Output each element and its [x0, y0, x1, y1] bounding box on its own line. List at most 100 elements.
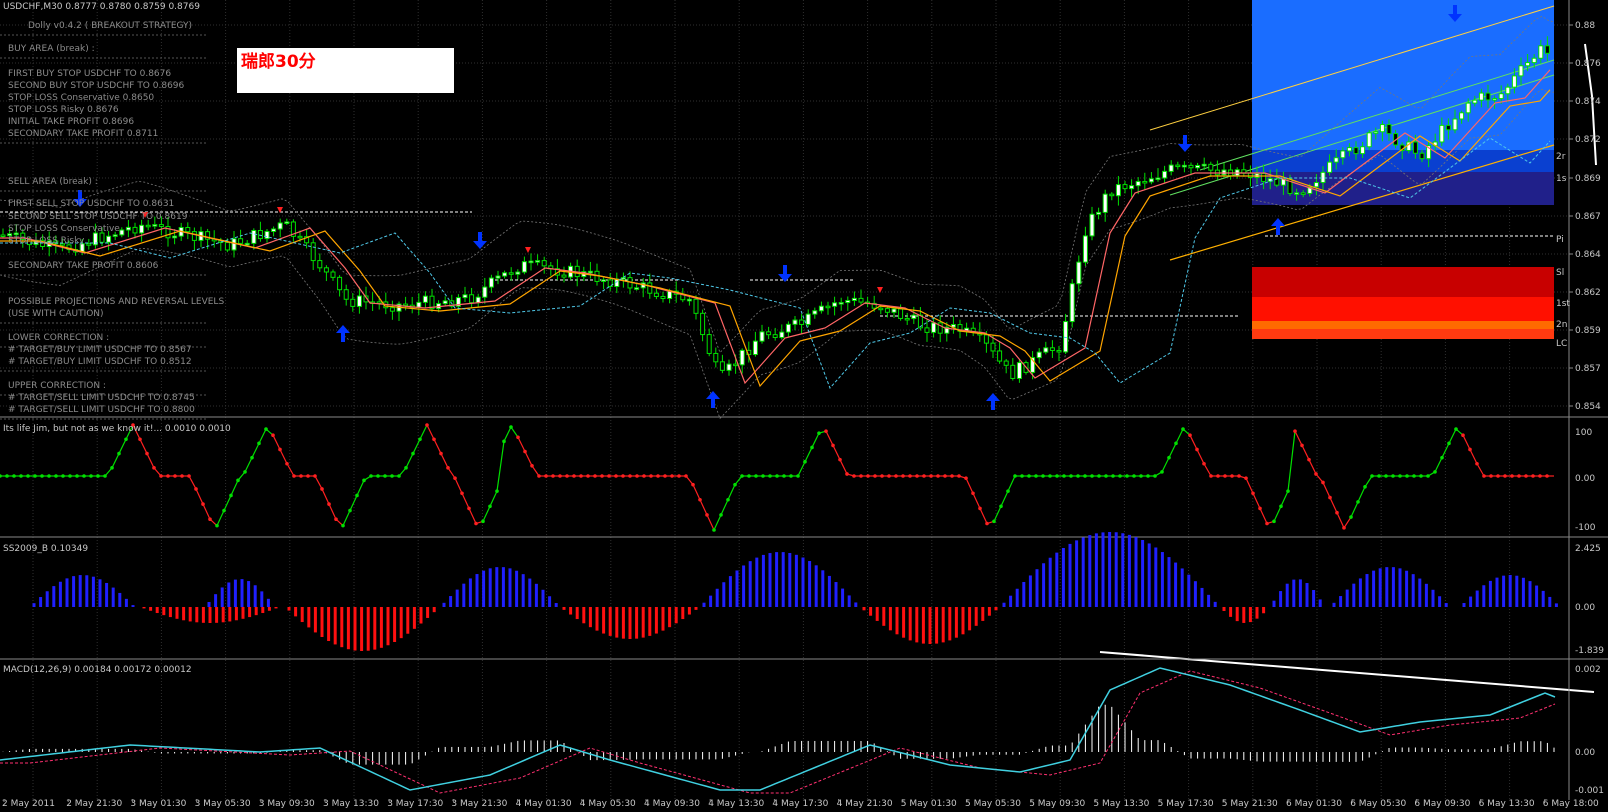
iddd-dot [1006, 489, 1010, 493]
iddd-dot [117, 451, 121, 456]
candle-body [323, 267, 329, 273]
iddd-dot [1083, 474, 1087, 478]
iddd-dot [607, 474, 611, 478]
ss-label: SS2009_B 0.10349 [3, 544, 88, 554]
candle-body [1465, 102, 1471, 114]
chart-svg[interactable]: Dolly v0.4.2 ( BREAKOUT STRATEGY) BUY ARE… [0, 0, 1608, 809]
iddd-dot [544, 474, 548, 478]
iddd-dot [271, 433, 275, 438]
iddd-dot [901, 474, 905, 478]
iddd-dot [1286, 489, 1290, 493]
iddd-dot [1111, 474, 1115, 478]
iddd-dot [474, 521, 478, 526]
zone-label: Sl [1556, 268, 1564, 278]
time-label: 2 May 2011 [2, 799, 55, 808]
iddd-dot [1258, 506, 1262, 511]
candle-body [475, 296, 481, 304]
iddd-dot [1097, 474, 1101, 478]
iddd-tick-label: 100 [1575, 428, 1592, 438]
candle-body [832, 302, 838, 307]
candle-body [488, 277, 494, 288]
candle-body [1320, 171, 1326, 184]
iddd-dot [943, 474, 947, 478]
candle-body [172, 235, 178, 239]
price-tick-label: 0.854 [1575, 402, 1601, 412]
time-label: 6 May 13:30 [1479, 799, 1535, 808]
iddd-dot [502, 439, 506, 444]
iddd-dot [1363, 485, 1367, 489]
candle-body [1142, 180, 1148, 184]
candle-body [878, 307, 884, 311]
candle-body [1201, 163, 1207, 167]
candle-body [1485, 92, 1491, 101]
candle-body [1102, 193, 1108, 213]
iddd-dot [642, 474, 646, 478]
iddd-dot [292, 474, 296, 478]
iddd-dot [1027, 474, 1031, 478]
iddd-dot [264, 427, 268, 431]
iddd-dot [621, 474, 625, 478]
iddd-dot [1377, 474, 1381, 478]
iddd-dot [1244, 476, 1248, 480]
iddd-dot [1237, 474, 1241, 478]
candle-body [904, 317, 910, 321]
iddd-dot [768, 474, 772, 478]
candle-body [403, 303, 409, 307]
candle-body [119, 229, 125, 236]
iddd-dot [1440, 455, 1444, 460]
iddd-dot [1426, 474, 1430, 478]
candle-body [1208, 163, 1214, 171]
iddd-dot [1524, 474, 1528, 478]
iddd-dot [75, 474, 79, 478]
iddd-dot [1349, 515, 1353, 519]
candle-body [1155, 177, 1161, 181]
iddd-dot [1398, 474, 1402, 478]
iddd-dot [467, 506, 471, 511]
iddd-dot [1503, 474, 1507, 478]
iddd-dot [740, 474, 744, 478]
iddd-dot [523, 449, 527, 454]
iddd-dot [691, 482, 695, 487]
overlay-line: Dolly v0.4.2 ( BREAKOUT STRATEGY) [28, 21, 192, 31]
time-axis: 2 May 2011 2 May 21:30 3 May 01:30 3 May 05… [2, 799, 1599, 809]
iddd-dot [705, 513, 709, 517]
time-label: 4 May 21:30 [837, 799, 893, 808]
iddd-dot [824, 429, 828, 433]
iddd-dot [1454, 427, 1458, 431]
candle-body [931, 322, 937, 333]
time-label: 6 May 09:30 [1414, 799, 1470, 808]
candle-body [891, 308, 897, 313]
iddd-dot [1020, 474, 1024, 478]
trading-chart[interactable]: Dolly v0.4.2 ( BREAKOUT STRATEGY) BUY ARE… [0, 0, 1608, 809]
iddd-dot [1034, 474, 1038, 478]
iddd-dot [831, 443, 835, 448]
iddd-dot [614, 474, 618, 478]
time-label: 4 May 09:30 [644, 799, 700, 808]
candle-body [693, 298, 699, 314]
iddd-dot [1328, 495, 1332, 500]
time-label: 5 May 01:30 [901, 799, 957, 808]
iddd-dot [992, 519, 996, 524]
zone-label: 1st [1556, 299, 1570, 309]
candle-body [251, 229, 257, 244]
candle-body [132, 226, 138, 234]
candle-body [158, 224, 164, 228]
macd-label: MACD(12,26,9) 0.00184 0.00172 0.00012 [3, 665, 192, 675]
iddd-dot [194, 487, 198, 491]
resistance-zone-1s [1252, 172, 1554, 205]
candle-body [1003, 360, 1009, 366]
iddd-dot [894, 474, 898, 478]
candle-body [1386, 124, 1392, 135]
iddd-dot [306, 474, 310, 478]
iddd-dot [558, 474, 562, 478]
candle-body [706, 334, 712, 354]
candle-body [812, 310, 818, 315]
iddd-dot [1510, 474, 1514, 478]
time-label: 3 May 13:30 [323, 799, 379, 808]
candle-body [462, 294, 468, 299]
candle-body [521, 261, 527, 273]
iddd-dot [1209, 474, 1213, 478]
ss-tick-label: -1.839 [1575, 646, 1604, 656]
iddd-dot [1321, 480, 1325, 485]
candle-body [1129, 185, 1135, 190]
